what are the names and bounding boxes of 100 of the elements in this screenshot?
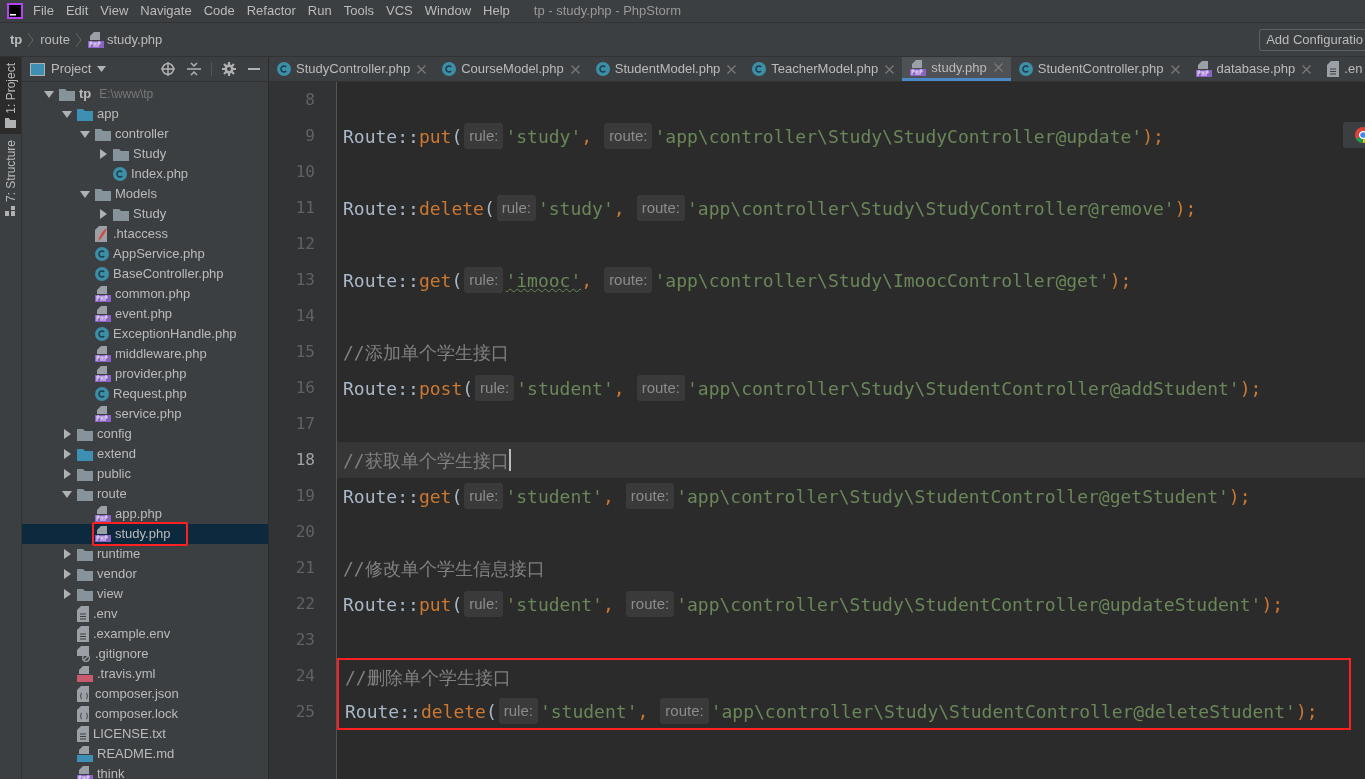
menu-item[interactable]: Tools (337, 1, 381, 21)
menu-item[interactable]: View (94, 1, 135, 21)
panel-title[interactable]: Project (51, 59, 92, 79)
close-icon[interactable] (885, 64, 895, 74)
tree-item[interactable]: common.php (22, 284, 268, 304)
tree-item[interactable]: composer.json (22, 684, 268, 704)
close-icon[interactable] (570, 64, 580, 74)
tree-item[interactable]: config (22, 424, 268, 444)
menu-item[interactable]: Code (197, 1, 241, 21)
tree-item[interactable]: .gitignore (22, 644, 268, 664)
tree-item[interactable]: LICENSE.txt (22, 724, 268, 744)
collapse-arrow-icon[interactable] (80, 129, 90, 139)
tree-item-label: middleware.php (115, 345, 207, 364)
collapse-arrow-icon[interactable] (44, 89, 54, 99)
tree-item[interactable]: extend (22, 444, 268, 464)
tree-item[interactable]: route (22, 484, 268, 504)
folder-icon (77, 467, 93, 481)
tree-item-label: runtime (97, 545, 141, 564)
expand-arrow-icon[interactable] (62, 429, 72, 439)
folder-icon (95, 127, 111, 141)
tree-item-label: Study (133, 205, 167, 224)
expand-arrow-icon[interactable] (98, 149, 108, 159)
editor-tab[interactable]: StudentModel.php (587, 57, 745, 81)
menu-item[interactable]: VCS (380, 1, 419, 21)
tree-item[interactable]: tp E:\www\tp (22, 84, 268, 104)
browser-popup[interactable] (1343, 122, 1365, 148)
folder-icon (95, 187, 111, 201)
tree-item[interactable]: Index.php (22, 164, 268, 184)
tree-item[interactable]: .htaccess (22, 224, 268, 244)
menu-item[interactable]: Help (477, 1, 516, 21)
class-icon (95, 327, 109, 341)
collapse-arrow-icon[interactable] (80, 189, 90, 199)
expand-arrow-icon[interactable] (62, 589, 72, 599)
method-name: get (418, 484, 452, 509)
tree-item[interactable]: README.md (22, 744, 268, 764)
expand-arrow-icon[interactable] (62, 449, 72, 459)
menu-item[interactable]: Window (418, 1, 478, 21)
tree-item[interactable]: Study (22, 204, 268, 224)
tree-item[interactable]: public (22, 464, 268, 484)
close-icon[interactable] (1170, 64, 1180, 74)
expand-arrow-icon[interactable] (62, 549, 72, 559)
tree-item[interactable]: service.php (22, 404, 268, 424)
menu-item[interactable]: File (27, 1, 60, 21)
tab-label: CourseModel.php (461, 60, 564, 79)
tree-item[interactable]: AppService.php (22, 244, 268, 264)
class-name: Route (343, 484, 398, 509)
editor-tab[interactable]: .en (1319, 57, 1365, 81)
settings-icon[interactable] (222, 62, 236, 76)
editor-tab[interactable]: CourseModel.php (434, 57, 588, 81)
dropdown-arrow-icon[interactable] (97, 66, 107, 72)
tree-item[interactable]: app (22, 104, 268, 124)
close-icon[interactable] (727, 64, 737, 74)
tree-item-label: AppService.php (113, 245, 205, 264)
breadcrumb-item[interactable]: tp (10, 29, 23, 50)
tree-item[interactable]: ExceptionHandle.php (22, 324, 268, 344)
collapse-arrow-icon[interactable] (62, 489, 72, 499)
close-icon[interactable] (417, 64, 427, 74)
tree-item[interactable]: runtime (22, 544, 268, 564)
string-literal: 'student' (505, 592, 603, 617)
tree-item[interactable]: event.php (22, 304, 268, 324)
breadcrumb-item[interactable]: study.php (87, 29, 163, 50)
tree-item[interactable]: middleware.php (22, 344, 268, 364)
expand-arrow-icon[interactable] (62, 469, 72, 479)
tree-item[interactable]: .env (22, 604, 268, 624)
tree-item[interactable]: app.php (22, 504, 268, 524)
tree-item[interactable]: composer.lock (22, 704, 268, 724)
scope-operator: :: (397, 196, 419, 221)
menu-item[interactable]: Run (301, 1, 338, 21)
breadcrumb-item[interactable]: route (40, 29, 70, 50)
tree-item[interactable]: controller (22, 124, 268, 144)
tree-item[interactable]: BaseController.php (22, 264, 268, 284)
close-icon[interactable] (1302, 64, 1312, 74)
collapse-all-icon[interactable] (187, 62, 201, 76)
expand-arrow-icon[interactable] (98, 209, 108, 219)
folder-icon (77, 587, 93, 601)
editor-tab[interactable]: database.php (1187, 57, 1320, 81)
editor-tab[interactable]: study.php (902, 57, 1011, 81)
locate-icon[interactable] (161, 62, 175, 76)
tree-item[interactable]: .travis.yml (22, 664, 268, 684)
editor-tab[interactable]: TeacherModel.php (744, 57, 903, 81)
menu-item[interactable]: Navigate (134, 1, 198, 21)
tree-item[interactable]: Study (22, 144, 268, 164)
expand-arrow-icon[interactable] (62, 569, 72, 579)
add-configuration-button[interactable]: Add Configuratio (1259, 28, 1365, 51)
editor-tab[interactable]: StudentController.php (1010, 57, 1188, 81)
tree-item[interactable]: .example.env (22, 624, 268, 644)
side-tab[interactable]: 1: Project (0, 57, 21, 134)
tree-item[interactable]: study.php (22, 524, 268, 544)
tree-item[interactable]: Models (22, 184, 268, 204)
tree-item[interactable]: Request.php (22, 384, 268, 404)
editor-tab[interactable]: StudyController.php (269, 57, 435, 81)
tree-item[interactable]: think (22, 764, 268, 779)
menu-item[interactable]: Refactor (240, 1, 302, 21)
tree-item[interactable]: provider.php (22, 364, 268, 384)
tree-item[interactable]: view (22, 584, 268, 604)
side-tab[interactable]: 7: Structure (0, 133, 21, 222)
tree-item[interactable]: vendor (22, 564, 268, 584)
comma: , (602, 592, 614, 617)
collapse-arrow-icon[interactable] (62, 109, 72, 119)
menu-item[interactable]: Edit (59, 1, 95, 21)
